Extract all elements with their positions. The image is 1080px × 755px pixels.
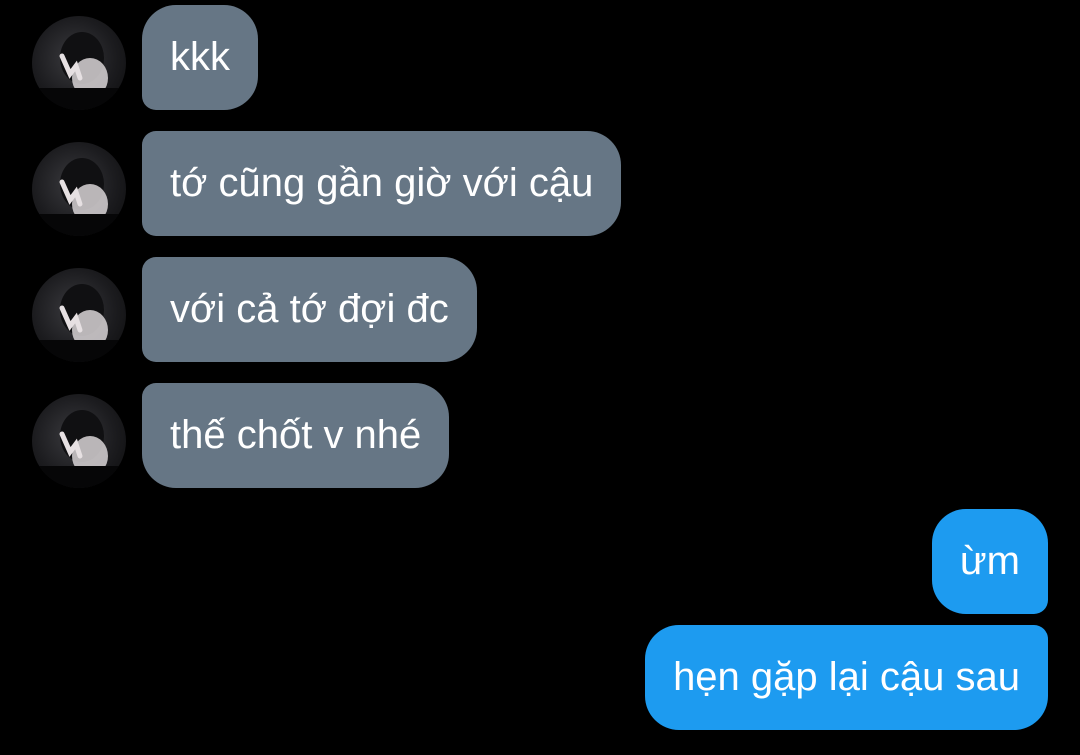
message-text: hẹn gặp lại cậu sau <box>673 655 1020 699</box>
message-text: với cả tớ đợi đc <box>170 287 449 331</box>
message-text: tớ cũng gần giờ với cậu <box>170 161 594 205</box>
message-text: ừm <box>959 539 1020 583</box>
contact-avatar[interactable] <box>32 142 126 236</box>
avatar-photo-icon <box>32 158 126 236</box>
message-text: kkk <box>170 35 230 79</box>
incoming-message[interactable]: kkk <box>142 5 258 110</box>
incoming-message[interactable]: tớ cũng gần giờ với cậu <box>142 131 622 236</box>
outgoing-message[interactable]: ừm <box>931 509 1048 614</box>
incoming-message[interactable]: với cả tớ đợi đc <box>142 257 477 362</box>
contact-avatar[interactable] <box>32 268 126 362</box>
message-text: thế chốt v nhé <box>170 413 422 457</box>
incoming-message[interactable]: thế chốt v nhé <box>142 383 450 488</box>
outgoing-message[interactable]: hẹn gặp lại cậu sau <box>645 625 1048 730</box>
contact-avatar[interactable] <box>32 394 126 488</box>
avatar-photo-icon <box>32 32 126 110</box>
avatar-photo-icon <box>32 410 126 488</box>
contact-avatar[interactable] <box>32 16 126 110</box>
avatar-photo-icon <box>32 284 126 362</box>
